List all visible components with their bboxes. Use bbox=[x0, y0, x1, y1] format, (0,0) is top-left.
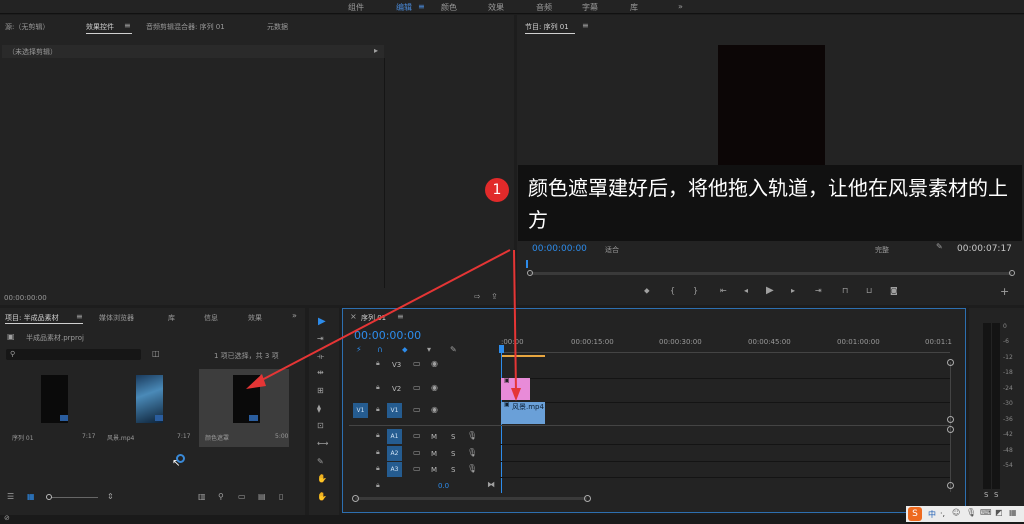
annotation-arrows bbox=[246, 249, 521, 401]
arrow-head-icon bbox=[511, 388, 521, 401]
arrow-head-icon bbox=[246, 374, 266, 389]
arrow-to-project-item bbox=[257, 249, 511, 383]
arrow-to-timeline bbox=[513, 249, 517, 393]
